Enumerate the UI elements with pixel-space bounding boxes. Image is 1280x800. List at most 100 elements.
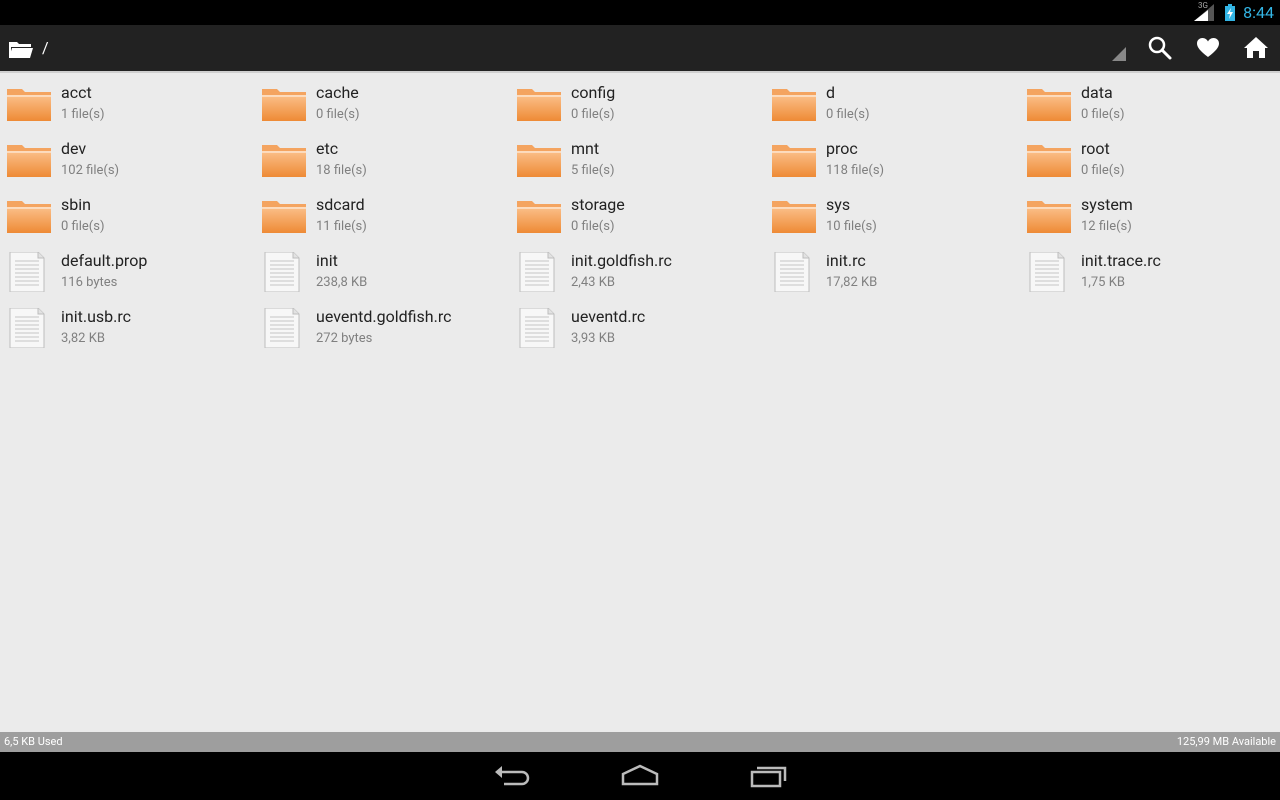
file-item[interactable]: init.usb.rc 3,82 KB	[0, 299, 255, 355]
item-info: 116 bytes	[61, 275, 118, 290]
folder-icon	[261, 139, 307, 179]
item-name: etc	[316, 139, 339, 158]
folder-icon	[6, 195, 52, 235]
item-info: 118 file(s)	[826, 163, 885, 178]
folder-item[interactable]: sdcard 11 file(s)	[255, 187, 510, 243]
item-name: init	[316, 251, 338, 270]
file-icon	[4, 251, 50, 293]
item-info: 0 file(s)	[1081, 107, 1125, 122]
item-name: sdcard	[316, 195, 365, 214]
folder-icon	[6, 83, 52, 123]
file-item[interactable]: ueventd.goldfish.rc 272 bytes	[255, 299, 510, 355]
file-item[interactable]: ueventd.rc 3,93 KB	[510, 299, 765, 355]
folder-icon	[771, 139, 817, 179]
item-info: 1,75 KB	[1081, 275, 1125, 290]
storage-available: 125,99 MB Available	[1176, 735, 1276, 748]
folder-item[interactable]: dev 102 file(s)	[0, 131, 255, 187]
item-name: cache	[316, 83, 359, 102]
item-info: 12 file(s)	[1081, 219, 1132, 234]
folder-icon	[516, 83, 562, 123]
battery-icon	[1225, 4, 1235, 21]
item-name: init.goldfish.rc	[571, 251, 672, 270]
item-info: 1 file(s)	[61, 107, 105, 122]
item-info: 0 file(s)	[826, 107, 870, 122]
folder-item[interactable]: acct 1 file(s)	[0, 75, 255, 131]
file-icon	[259, 307, 305, 349]
item-name: data	[1081, 83, 1113, 102]
folder-item[interactable]: storage 0 file(s)	[510, 187, 765, 243]
storage-bar: 6,5 KB Used 125,99 MB Available	[0, 732, 1280, 752]
item-name: dev	[61, 139, 87, 158]
item-name: ueventd.goldfish.rc	[316, 307, 452, 326]
item-name: init.trace.rc	[1081, 251, 1161, 270]
item-name: d	[826, 83, 836, 102]
item-name: acct	[61, 83, 92, 102]
back-icon[interactable]	[492, 762, 532, 790]
item-info: 10 file(s)	[826, 219, 877, 234]
folder-open-icon[interactable]	[8, 39, 34, 59]
file-icon	[4, 307, 50, 349]
file-icon	[1024, 251, 1070, 293]
folder-icon	[6, 139, 52, 179]
item-info: 0 file(s)	[571, 107, 615, 122]
item-info: 11 file(s)	[316, 219, 367, 234]
item-info: 18 file(s)	[316, 163, 367, 178]
storage-used: 6,5 KB Used	[4, 735, 63, 748]
overflow-corner-icon[interactable]	[1112, 47, 1126, 61]
folder-item[interactable]: cache 0 file(s)	[255, 75, 510, 131]
file-item[interactable]: init.goldfish.rc 2,43 KB	[510, 243, 765, 299]
file-item[interactable]: init.rc 17,82 KB	[765, 243, 1020, 299]
navigation-bar	[0, 752, 1280, 800]
folder-icon	[1026, 195, 1072, 235]
home-icon[interactable]	[1243, 35, 1269, 61]
file-icon	[769, 251, 815, 293]
item-name: sbin	[61, 195, 91, 214]
item-info: 272 bytes	[316, 331, 373, 346]
item-name: sys	[826, 195, 851, 214]
file-icon	[514, 307, 560, 349]
folder-icon	[516, 139, 562, 179]
item-info: 2,43 KB	[571, 275, 615, 290]
item-name: root	[1081, 139, 1110, 158]
status-bar: 3G 8:44	[0, 0, 1280, 25]
item-name: default.prop	[61, 251, 148, 270]
signal-icon	[1194, 4, 1214, 21]
file-item[interactable]: init 238,8 KB	[255, 243, 510, 299]
folder-item[interactable]: config 0 file(s)	[510, 75, 765, 131]
item-name: system	[1081, 195, 1133, 214]
item-info: 238,8 KB	[316, 275, 368, 290]
clock: 8:44	[1243, 3, 1274, 22]
folder-icon	[771, 83, 817, 123]
folder-item[interactable]: data 0 file(s)	[1020, 75, 1275, 131]
file-item[interactable]: default.prop 116 bytes	[0, 243, 255, 299]
file-icon	[514, 251, 560, 293]
item-info: 3,82 KB	[61, 331, 105, 346]
item-name: init.usb.rc	[61, 307, 131, 326]
recent-apps-icon[interactable]	[748, 762, 788, 790]
item-name: ueventd.rc	[571, 307, 646, 326]
folder-icon	[261, 83, 307, 123]
home-nav-icon[interactable]	[620, 762, 660, 790]
action-bar: /	[0, 25, 1280, 73]
folder-item[interactable]: proc 118 file(s)	[765, 131, 1020, 187]
folder-item[interactable]: d 0 file(s)	[765, 75, 1020, 131]
folder-icon	[771, 195, 817, 235]
folder-item[interactable]: system 12 file(s)	[1020, 187, 1275, 243]
folder-item[interactable]: sys 10 file(s)	[765, 187, 1020, 243]
folder-item[interactable]: mnt 5 file(s)	[510, 131, 765, 187]
item-info: 0 file(s)	[61, 219, 105, 234]
file-item[interactable]: init.trace.rc 1,75 KB	[1020, 243, 1275, 299]
folder-icon	[516, 195, 562, 235]
item-name: proc	[826, 139, 858, 158]
folder-icon	[1026, 139, 1072, 179]
item-name: init.rc	[826, 251, 866, 270]
heart-icon[interactable]	[1195, 35, 1221, 61]
item-info: 5 file(s)	[571, 163, 615, 178]
folder-item[interactable]: root 0 file(s)	[1020, 131, 1275, 187]
search-icon[interactable]	[1147, 35, 1173, 61]
folder-icon	[261, 195, 307, 235]
folder-item[interactable]: etc 18 file(s)	[255, 131, 510, 187]
item-name: config	[571, 83, 616, 102]
current-path: /	[42, 38, 49, 57]
folder-item[interactable]: sbin 0 file(s)	[0, 187, 255, 243]
